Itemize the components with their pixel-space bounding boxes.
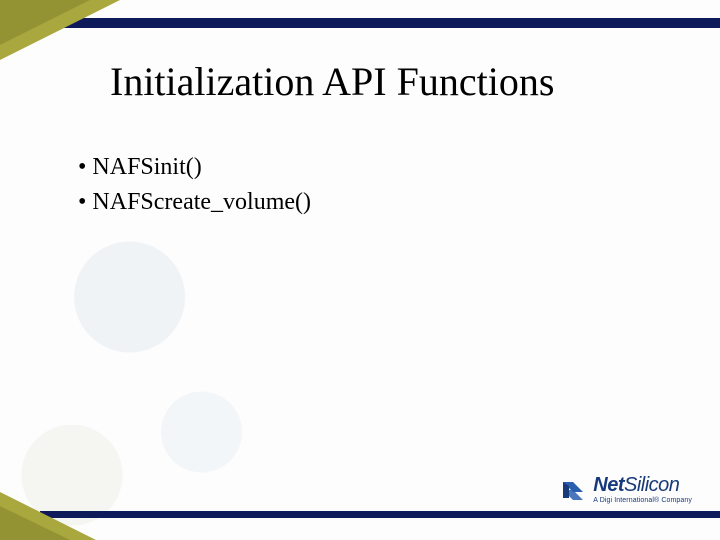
logo-text: NetSilicon A Digi International® Company — [593, 475, 692, 504]
top-accent-bar — [40, 18, 720, 28]
top-left-wedge — [0, 0, 120, 60]
bottom-accent-bar — [40, 511, 720, 518]
slide: Initialization API Functions NAFSinit() … — [0, 0, 720, 540]
bottom-left-wedge — [0, 492, 96, 540]
bullet-list: NAFSinit() NAFScreate_volume() — [78, 150, 660, 220]
logo-name: NetSilicon — [593, 475, 692, 495]
logo-mark-icon — [559, 478, 587, 502]
logo-name-light: Silicon — [624, 474, 679, 496]
list-item: NAFSinit() — [78, 150, 660, 185]
list-item: NAFScreate_volume() — [78, 185, 660, 220]
brand-logo: NetSilicon A Digi International® Company — [559, 475, 692, 504]
logo-name-bold: Net — [593, 474, 624, 496]
slide-title: Initialization API Functions — [110, 58, 680, 105]
logo-tagline: A Digi International® Company — [593, 497, 692, 504]
